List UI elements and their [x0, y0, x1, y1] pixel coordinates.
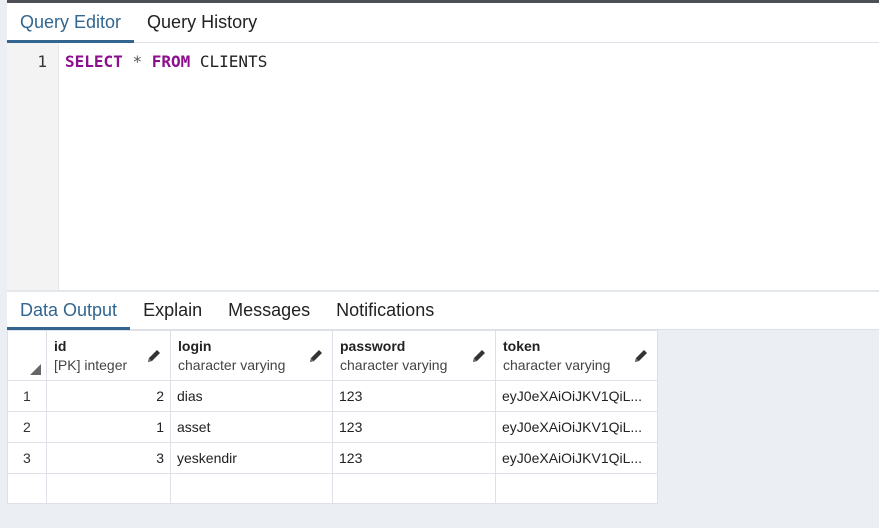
- pgadmin-query-tool: Query Editor Query History 1 SELECT * FR…: [0, 0, 879, 528]
- cell-password[interactable]: 123: [332, 442, 496, 474]
- line-gutter: 1: [7, 43, 59, 290]
- empty-cell[interactable]: [7, 473, 47, 504]
- sql-star: *: [132, 52, 143, 71]
- tab-query-editor[interactable]: Query Editor: [7, 3, 135, 43]
- cell-login[interactable]: asset: [170, 411, 333, 443]
- column-header-id[interactable]: id [PK] integer: [46, 330, 171, 381]
- pencil-icon[interactable]: [308, 348, 324, 364]
- column-type: character varying: [503, 357, 611, 373]
- pencil-icon[interactable]: [633, 348, 649, 364]
- column-name: token: [503, 338, 541, 354]
- pencil-icon[interactable]: [146, 348, 162, 364]
- cell-token[interactable]: eyJ0eXAiOiJKV1QiL...: [495, 411, 658, 443]
- column-header-login[interactable]: login character varying: [170, 330, 333, 381]
- column-type: character varying: [340, 357, 448, 373]
- new-row-placeholder[interactable]: [7, 473, 658, 504]
- line-number: 1: [37, 52, 47, 71]
- row-number[interactable]: 3: [7, 442, 47, 474]
- sql-keyword-select: SELECT: [65, 52, 123, 71]
- column-type: character varying: [178, 357, 286, 373]
- sql-editor[interactable]: 1 SELECT * FROM CLIENTS: [7, 43, 879, 290]
- cell-id[interactable]: 2: [46, 380, 171, 412]
- data-output-grid: id [PK] integer login character varying …: [7, 330, 879, 528]
- cell-password[interactable]: 123: [332, 380, 496, 412]
- query-tabs: Query Editor Query History: [7, 3, 879, 43]
- cell-password[interactable]: 123: [332, 411, 496, 443]
- row-number[interactable]: 2: [7, 411, 47, 443]
- tab-messages[interactable]: Messages: [215, 292, 323, 329]
- table-row: 1 2 dias 123 eyJ0eXAiOiJKV1QiL...: [7, 380, 658, 412]
- table-row: 2 1 asset 123 eyJ0eXAiOiJKV1QiL...: [7, 411, 658, 443]
- empty-cell[interactable]: [170, 473, 333, 504]
- sql-keyword-from: FROM: [151, 52, 191, 71]
- sql-code-line[interactable]: SELECT * FROM CLIENTS: [65, 52, 267, 71]
- empty-cell[interactable]: [46, 473, 171, 504]
- sql-table-name: CLIENTS: [199, 52, 268, 71]
- empty-cell[interactable]: [332, 473, 496, 504]
- cell-token[interactable]: eyJ0eXAiOiJKV1QiL...: [495, 380, 658, 412]
- select-all-corner[interactable]: [7, 330, 47, 381]
- select-all-triangle-icon: [30, 364, 41, 375]
- result-table: id [PK] integer login character varying …: [7, 330, 658, 504]
- pencil-icon[interactable]: [471, 348, 487, 364]
- tab-explain[interactable]: Explain: [130, 292, 215, 329]
- output-tabs: Data Output Explain Messages Notificatio…: [7, 292, 879, 330]
- cell-id[interactable]: 1: [46, 411, 171, 443]
- left-rail: [0, 0, 7, 528]
- cell-login[interactable]: dias: [170, 380, 333, 412]
- header-row: id [PK] integer login character varying …: [7, 330, 658, 381]
- empty-cell[interactable]: [495, 473, 658, 504]
- tab-data-output[interactable]: Data Output: [7, 292, 131, 330]
- column-header-password[interactable]: password character varying: [332, 330, 496, 381]
- table-row: 3 3 yeskendir 123 eyJ0eXAiOiJKV1QiL...: [7, 442, 658, 474]
- cell-id[interactable]: 3: [46, 442, 171, 474]
- tab-query-history[interactable]: Query History: [134, 3, 270, 42]
- cell-login[interactable]: yeskendir: [170, 442, 333, 474]
- column-header-token[interactable]: token character varying: [495, 330, 658, 381]
- column-name: password: [340, 338, 406, 354]
- column-name: login: [178, 338, 212, 354]
- tab-notifications[interactable]: Notifications: [323, 292, 447, 329]
- cell-token[interactable]: eyJ0eXAiOiJKV1QiL...: [495, 442, 658, 474]
- row-number[interactable]: 1: [7, 380, 47, 412]
